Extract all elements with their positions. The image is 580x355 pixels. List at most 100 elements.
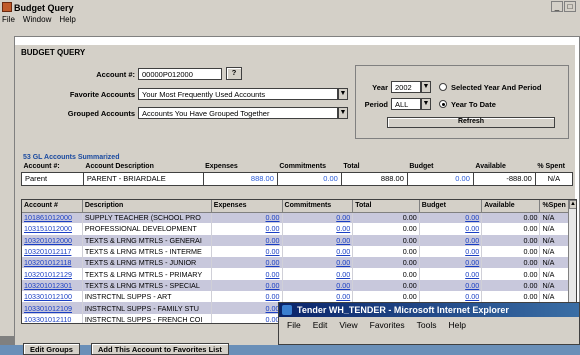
ie-menu-help[interactable]: Help — [448, 320, 465, 330]
table-row[interactable]: 103151012000 PROFESSIONAL DEVELOPMENT 0.00… — [22, 223, 570, 235]
summary-header-spent: % Spent — [537, 162, 565, 170]
summary-header-description: Account Description — [85, 162, 154, 170]
radio-year-to-date[interactable] — [439, 100, 447, 108]
summary-row: Parent PARENT - BRIARDALE 888.00 0.00 88… — [21, 171, 574, 186]
grid-cell-total: 0.00 — [352, 257, 420, 269]
summary-header-row: Account #: Account Description Expenses … — [22, 161, 573, 172]
table-row[interactable]: 103201012129 TEXTS & LRNG MTRLS - PRIMARY… — [22, 268, 570, 280]
ie-menu-tools[interactable]: Tools — [417, 320, 437, 330]
radio-year-to-date-label: Year To Date — [451, 100, 496, 109]
table-row[interactable]: 103201012301 TEXTS & LRNG MTRLS - SPECIAL… — [22, 279, 570, 292]
grid-cell-expenses[interactable]: 0.00 — [211, 212, 283, 224]
grid-cell-account[interactable]: 103201012118 — [22, 257, 83, 269]
grouped-dropdown-arrow[interactable]: ▼ — [338, 107, 348, 119]
grid-cell-expenses[interactable]: 0.00 — [211, 268, 283, 280]
grid-cell-commitments[interactable]: 0.00 — [282, 268, 354, 280]
period-select[interactable]: ALL — [391, 98, 421, 110]
grouped-accounts-select[interactable]: Accounts You Have Grouped Together — [138, 107, 338, 119]
grid-cell-expenses[interactable]: 0.00 — [211, 302, 283, 314]
grid-cell-available: 0.00 — [481, 279, 541, 292]
grid-cell-budget[interactable]: 0.00 — [419, 291, 483, 303]
summary-available: -888.00 — [472, 171, 536, 186]
table-row[interactable]: 103301012100 INSTRCTNL SUPPS - ART 0.00 0.0… — [22, 291, 570, 303]
grid-cell-expenses[interactable]: 0.00 — [211, 313, 283, 323]
grid-cell-account[interactable]: 103201012117 — [22, 245, 83, 258]
grid-header-available[interactable]: Available — [481, 200, 541, 213]
grid-header-commitments[interactable]: Commitments — [282, 200, 354, 213]
grid-cell-commitments[interactable]: 0.00 — [282, 291, 354, 303]
grid-cell-budget[interactable]: 0.00 — [419, 279, 483, 292]
summary-header-expenses: Expenses — [205, 162, 238, 170]
grid-cell-account[interactable]: 103201012129 — [22, 268, 83, 280]
minimize-button[interactable]: _ — [551, 1, 563, 12]
radio-selected-year-label: Selected Year And Period — [451, 83, 542, 92]
summary-expenses: 888.00 — [202, 171, 278, 186]
table-row[interactable]: 103201012118 TEXTS & LRNG MTRLS - JUNIOR 0… — [22, 257, 570, 269]
ie-menu-file[interactable]: File — [287, 320, 301, 330]
grid-cell-budget[interactable]: 0.00 — [419, 212, 483, 224]
grid-header-total[interactable]: Total — [352, 200, 420, 213]
maximize-button[interactable]: □ — [564, 1, 576, 12]
grid-cell-description: SUPPLY TEACHER (SCHOOL PRO — [82, 212, 212, 224]
window-title: Budget Query — [14, 2, 74, 13]
grid-cell-account[interactable]: 103151012000 — [22, 223, 83, 235]
grid-cell-commitments[interactable]: 0.00 — [282, 234, 354, 246]
grid-cell-budget[interactable]: 0.00 — [419, 223, 483, 235]
grid-header-description[interactable]: Description — [82, 200, 212, 213]
table-row[interactable]: 101861012000 SUPPLY TEACHER (SCHOOL PRO 0.… — [22, 212, 570, 224]
table-row[interactable]: 103201012000 TEXTS & LRNG MTRLS - GENERAI… — [22, 234, 570, 246]
ie-menu-edit[interactable]: Edit — [313, 320, 328, 330]
menu-window[interactable]: Window — [23, 15, 51, 28]
grid-cell-commitments[interactable]: 0.00 — [282, 223, 354, 235]
grid-cell-expenses[interactable]: 0.00 — [211, 257, 283, 269]
grid-header-expenses[interactable]: Expenses — [211, 200, 283, 213]
grid-cell-account[interactable]: 103201012000 — [22, 234, 83, 246]
grid-cell-commitments[interactable]: 0.00 — [282, 212, 354, 224]
ie-menu-view[interactable]: View — [339, 320, 357, 330]
grid-cell-expenses[interactable]: 0.00 — [211, 234, 283, 246]
table-row[interactable]: 103201012117 TEXTS & LRNG MTRLS - INTERME… — [22, 245, 570, 258]
radio-selected-year[interactable] — [439, 83, 447, 91]
grid-cell-expenses[interactable]: 0.00 — [211, 279, 283, 292]
account-lookup-button[interactable]: ? — [226, 67, 242, 80]
grid-header-spent[interactable]: %Spen — [539, 200, 570, 213]
grid-cell-available: 0.00 — [481, 212, 541, 224]
year-select[interactable]: 2002 — [391, 81, 421, 93]
account-input[interactable]: 00000P012000 — [138, 68, 222, 80]
period-dropdown-arrow[interactable]: ▼ — [421, 98, 431, 110]
grid-cell-account[interactable]: 101861012000 — [22, 212, 83, 224]
grid-cell-account[interactable]: 103301012100 — [22, 291, 83, 303]
grid-cell-commitments[interactable]: 0.00 — [282, 279, 354, 292]
ie-window[interactable]: Tender WH_TENDER - Microsoft Internet Ex… — [278, 302, 580, 345]
ie-title-bar[interactable]: Tender WH_TENDER - Microsoft Internet Ex… — [279, 303, 579, 317]
grid-cell-description: TEXTS & LRNG MTRLS - PRIMARY — [82, 268, 212, 280]
grid-header-budget[interactable]: Budget — [419, 200, 483, 213]
year-dropdown-arrow[interactable]: ▼ — [421, 81, 431, 93]
favorite-accounts-select[interactable]: Your Most Frequently Used Accounts — [138, 88, 338, 100]
menu-help[interactable]: Help — [59, 15, 75, 28]
grid-cell-expenses[interactable]: 0.00 — [211, 223, 283, 235]
favorite-dropdown-arrow[interactable]: ▼ — [338, 88, 348, 100]
grid-cell-total: 0.00 — [352, 268, 420, 280]
scroll-up-arrow[interactable]: ▲ — [569, 200, 576, 209]
ie-title: Tender WH_TENDER - Microsoft Internet Ex… — [297, 305, 509, 315]
grid-cell-budget[interactable]: 0.00 — [419, 245, 483, 258]
grid-cell-commitments[interactable]: 0.00 — [282, 245, 354, 258]
grid-cell-budget[interactable]: 0.00 — [419, 257, 483, 269]
grid-header-row: Account # Description Expenses Commitmen… — [22, 200, 570, 213]
grid-cell-account[interactable]: 103301012109 — [22, 302, 83, 314]
grid-cell-commitments[interactable]: 0.00 — [282, 257, 354, 269]
summary-budget: 0.00 — [406, 171, 474, 186]
refresh-button[interactable]: Refresh — [387, 117, 555, 128]
grid-cell-account[interactable]: 103201012301 — [22, 279, 83, 292]
grid-cell-budget[interactable]: 0.00 — [419, 268, 483, 280]
grid-cell-expenses[interactable]: 0.00 — [211, 291, 283, 303]
grid-header-account[interactable]: Account # — [22, 200, 83, 213]
menu-file[interactable]: File — [2, 15, 15, 28]
grid-cell-expenses[interactable]: 0.00 — [211, 245, 283, 258]
grid-cell-account[interactable]: 103301012110 — [22, 313, 83, 323]
grid-cell-budget[interactable]: 0.00 — [419, 234, 483, 246]
ie-menu-bar: File Edit View Favorites Tools Help — [279, 317, 579, 333]
ie-menu-favorites[interactable]: Favorites — [370, 320, 405, 330]
grid-cell-spent: N/A — [539, 279, 570, 292]
